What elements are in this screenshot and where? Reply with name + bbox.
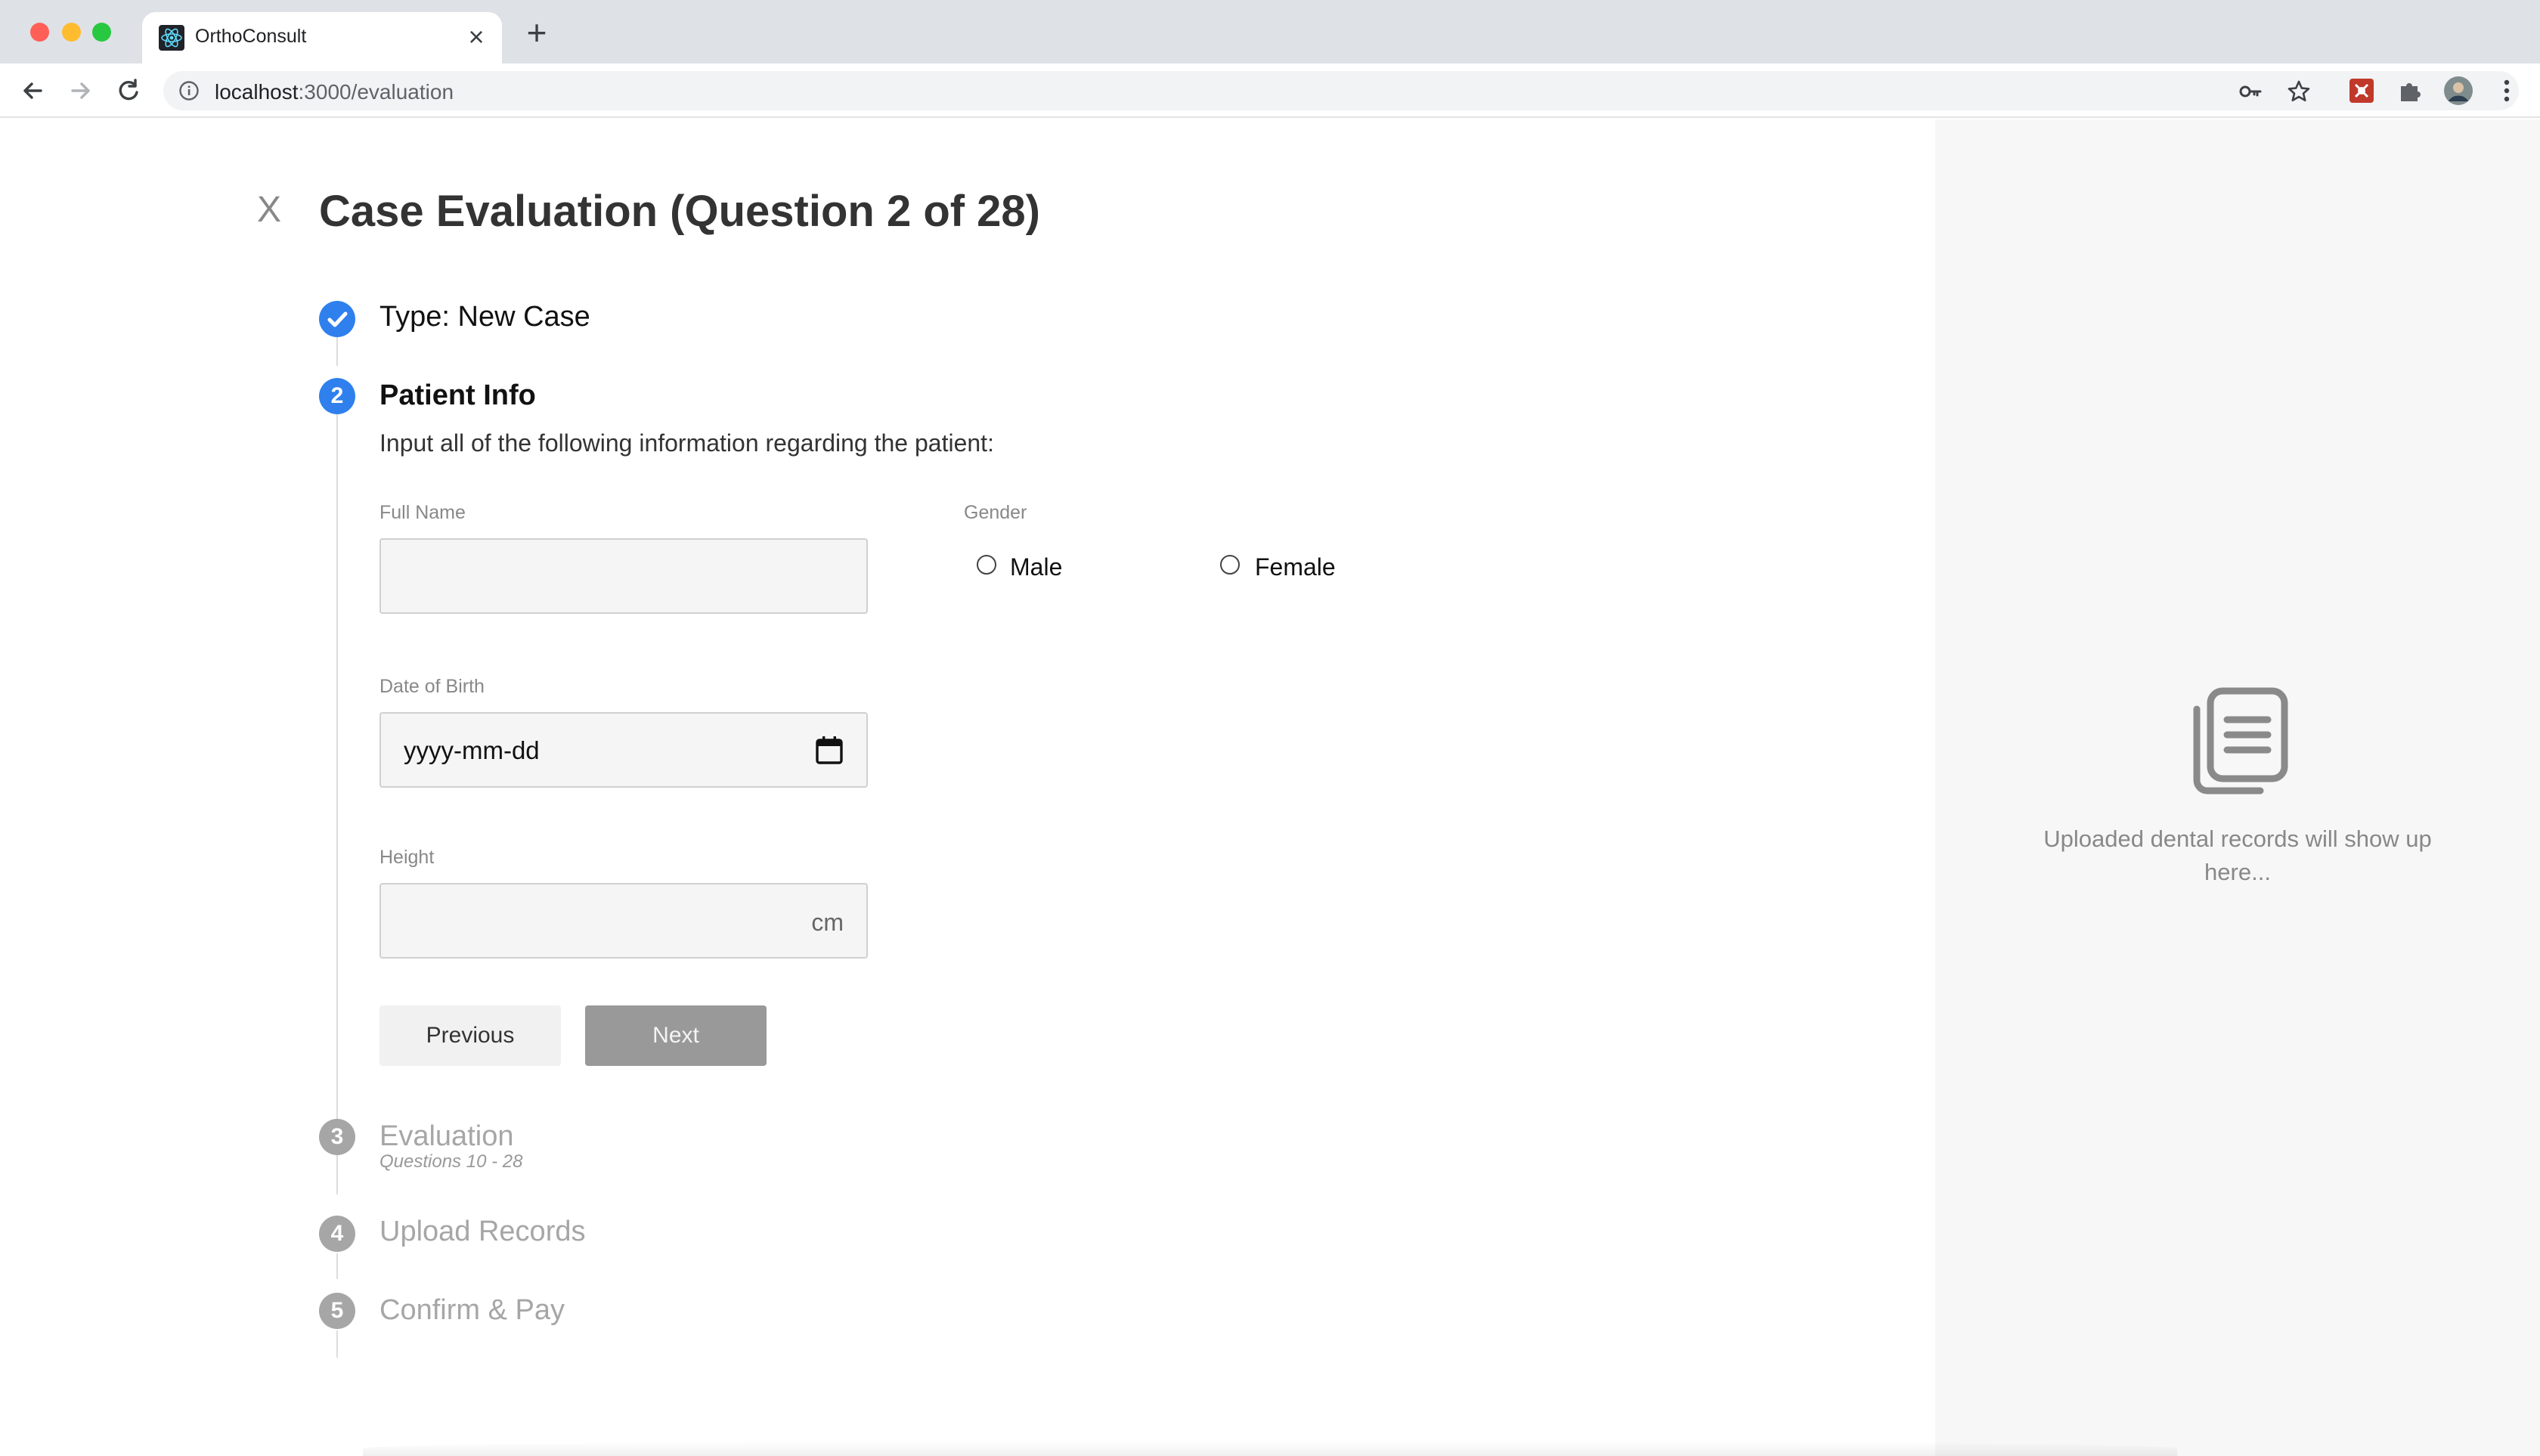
gender-female-label[interactable]: Female [1255, 553, 1336, 581]
step-4-title: Upload Records [379, 1216, 586, 1247]
step-1-title[interactable]: Type: New Case [379, 301, 590, 333]
next-button[interactable]: Next [585, 1005, 767, 1066]
gender-female-radio[interactable] [1220, 555, 1240, 575]
step-3-number: 3 [319, 1119, 355, 1155]
gender-label: Gender [964, 502, 1027, 523]
react-logo-icon [159, 25, 184, 51]
height-unit: cm [811, 909, 844, 936]
dob-placeholder: yyyy-mm-dd [404, 736, 540, 764]
step-2-title: Patient Info [379, 379, 536, 411]
step-1-check-icon [319, 301, 355, 337]
address-bar[interactable]: localhost:3000/evaluation [163, 71, 2519, 110]
height-label: Height [379, 847, 435, 868]
step-3-title: Evaluation [379, 1120, 514, 1152]
url-text[interactable]: localhost:3000/evaluation [215, 80, 454, 104]
forward-arrow-icon[interactable] [64, 74, 97, 107]
step-connector [336, 1253, 338, 1279]
step-4-number: 4 [319, 1216, 355, 1252]
tab-close-icon[interactable]: × [461, 23, 491, 53]
bottom-shadow [363, 1441, 2177, 1456]
browser-tab-bar: OrthoConsult × + [0, 0, 2540, 64]
step-5-title: Confirm & Pay [379, 1294, 565, 1326]
url-host: localhost [215, 80, 299, 104]
profile-avatar-icon[interactable] [2443, 76, 2473, 106]
step-3-subtitle: Questions 10 - 28 [379, 1151, 523, 1172]
tab-title: OrthoConsult [195, 26, 307, 47]
info-icon[interactable] [178, 80, 200, 101]
window-close-button[interactable] [30, 23, 49, 42]
step-connector [336, 414, 338, 1194]
step-connector [336, 1331, 338, 1358]
window-maximize-button[interactable] [92, 23, 111, 42]
records-empty-message: Uploaded dental records will show up her… [2043, 826, 2432, 885]
documents-icon [2193, 687, 2288, 795]
calendar-icon[interactable] [815, 735, 844, 765]
step-2-number: 2 [319, 378, 355, 414]
height-input[interactable]: cm [379, 883, 868, 959]
key-icon[interactable] [2238, 79, 2263, 104]
evaluation-page: X Case Evaluation (Question 2 of 28) Typ… [0, 119, 2540, 1456]
step-connector [336, 336, 338, 366]
dob-input[interactable]: yyyy-mm-dd [379, 712, 868, 788]
checkmark-icon [327, 311, 348, 327]
back-arrow-icon[interactable] [17, 74, 50, 107]
url-path: :3000/evaluation [298, 80, 454, 104]
gender-male-label[interactable]: Male [1010, 553, 1062, 581]
previous-button[interactable]: Previous [379, 1005, 561, 1066]
dob-label: Date of Birth [379, 676, 485, 697]
reload-icon[interactable] [112, 74, 145, 107]
browser-menu-icon[interactable] [2492, 76, 2522, 106]
window-minimize-button[interactable] [62, 23, 81, 42]
bookmark-star-icon[interactable] [2286, 79, 2312, 104]
full-name-label: Full Name [379, 502, 466, 523]
full-name-input[interactable] [379, 538, 868, 614]
gender-male-radio[interactable] [977, 555, 996, 575]
browser-tab[interactable]: OrthoConsult × [142, 12, 502, 64]
extension-red-icon[interactable] [2346, 76, 2377, 106]
browser-toolbar: localhost:3000/evaluation [0, 64, 2540, 118]
extensions-puzzle-icon[interactable] [2395, 76, 2425, 106]
new-tab-button[interactable]: + [520, 15, 553, 50]
page-title: Case Evaluation (Question 2 of 28) [319, 187, 1040, 236]
close-evaluation-button[interactable]: X [254, 189, 284, 231]
form-instructions: Input all of the following information r… [379, 429, 994, 457]
step-5-number: 5 [319, 1293, 355, 1329]
